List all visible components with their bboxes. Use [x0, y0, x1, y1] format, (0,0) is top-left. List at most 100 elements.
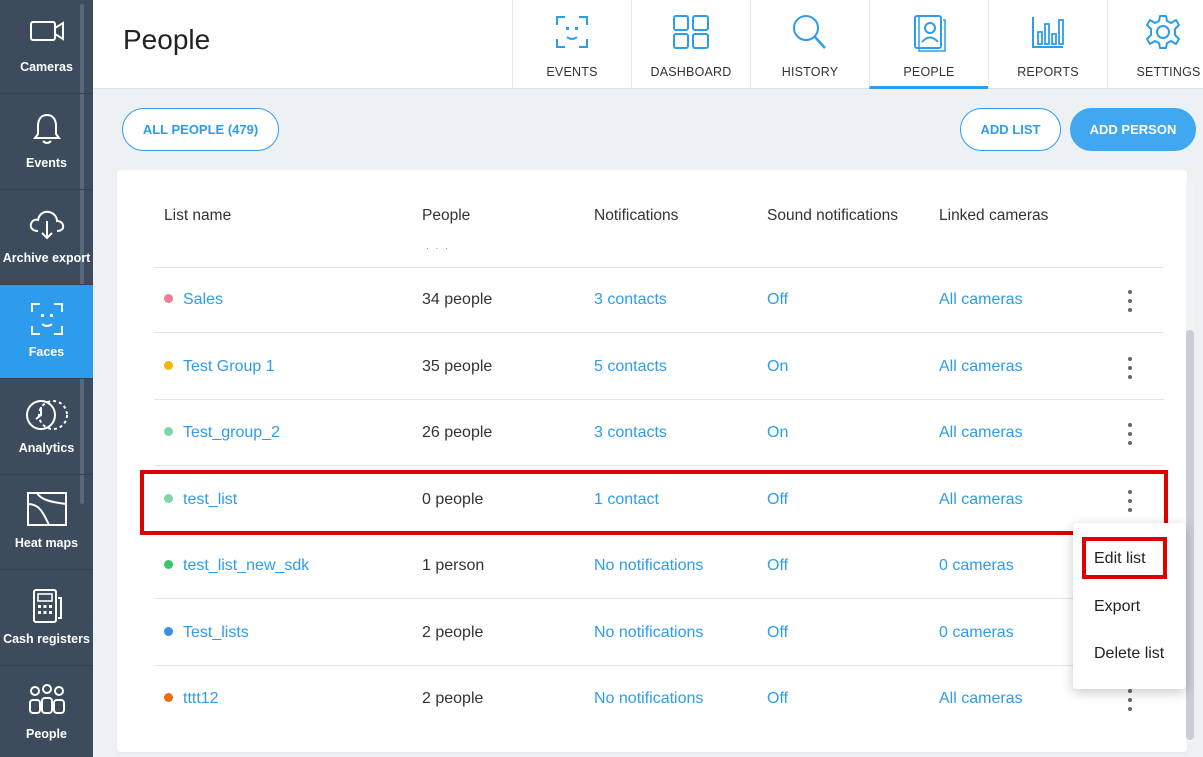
people-count: 34 people [422, 291, 493, 308]
column-header-notifications[interactable]: Notifications [594, 207, 678, 225]
list-name-text: Test_lists [183, 624, 249, 641]
list-color-dot [164, 693, 173, 702]
table-row[interactable]: tttt12 2 people No notifications Off All cam… [154, 666, 1164, 732]
linked-cameras-link[interactable]: 0 cameras [939, 600, 1014, 666]
sidebar-item-cash-registers[interactable]: Cash registers [0, 572, 93, 666]
table-row[interactable]: Sales 34 people 3 contacts Off All cameras [154, 267, 1164, 333]
dashboard-grid-icon [632, 14, 750, 54]
sound-notifications-link[interactable]: Off [767, 267, 788, 333]
notifications-link[interactable]: 3 contacts [594, 267, 667, 333]
list-name-text: tttt12 [183, 690, 219, 707]
list-color-dot [164, 427, 173, 436]
notifications-link[interactable]: 5 contacts [594, 334, 667, 400]
sidebar-item-heat-maps[interactable]: Heat maps [0, 476, 93, 570]
column-header-sound-notifications[interactable]: Sound notifications [767, 207, 898, 225]
people-count: 26 people [422, 424, 493, 441]
list-name-link[interactable]: Test_lists [164, 600, 249, 666]
tab-people[interactable]: PEOPLE [869, 0, 988, 89]
list-name-text: Sales [183, 291, 224, 308]
people-count: 1 person [422, 557, 485, 574]
notifications-link[interactable]: No notifications [594, 666, 703, 732]
more-options-icon[interactable] [1123, 689, 1137, 711]
list-name-text: test_list_new_sdk [183, 557, 310, 574]
linked-cameras-link[interactable]: All cameras [939, 334, 1023, 400]
sidebar-label: Heat maps [14, 536, 79, 550]
people-group-icon [0, 683, 93, 719]
tab-dashboard[interactable]: DASHBOARD [631, 0, 750, 89]
more-options-icon[interactable] [1123, 357, 1137, 379]
tab-label: REPORTS [1017, 65, 1079, 79]
menu-item-delete-list[interactable]: Delete list [1094, 645, 1164, 663]
lists-table: List name People Notifications Sound not… [117, 170, 1187, 752]
more-options-icon[interactable] [1123, 423, 1137, 445]
table-row[interactable]: Test Group 1 35 people 5 contacts On All cam… [154, 334, 1164, 400]
list-name-link[interactable]: Test_group_2 [164, 400, 280, 466]
list-name-text: Test Group 1 [183, 358, 275, 375]
linked-cameras-link[interactable]: All cameras [939, 267, 1023, 333]
sidebar-item-people[interactable]: People [0, 667, 93, 757]
more-options-icon[interactable] [1123, 290, 1137, 312]
notifications-link[interactable]: No notifications [594, 533, 703, 599]
sidebar-label: Archive export [2, 251, 91, 265]
sidebar-item-faces[interactable]: Faces [0, 285, 93, 379]
table-row[interactable]: Test_group_2 26 people 3 contacts On All cam… [154, 400, 1164, 466]
column-header-linked-cameras[interactable]: Linked cameras [939, 207, 1048, 225]
people-count: 2 people [422, 624, 484, 641]
scrollbar-thumb[interactable] [1186, 330, 1194, 740]
sidebar-item-cameras[interactable]: Cameras [0, 0, 93, 94]
cash-register-icon [0, 588, 93, 624]
sound-notifications-link[interactable]: Off [767, 533, 788, 599]
sidebar-item-events[interactable]: Events [0, 96, 93, 190]
linked-cameras-link[interactable]: All cameras [939, 400, 1023, 466]
sound-notifications-link[interactable]: Off [767, 666, 788, 732]
partial-row-remnant: . . . [426, 241, 450, 252]
sound-notifications-link[interactable]: On [767, 400, 788, 466]
face-scan-icon [513, 14, 631, 54]
column-header-people[interactable]: People [422, 207, 470, 225]
face-scan-icon [0, 301, 93, 337]
tab-reports[interactable]: REPORTS [988, 0, 1107, 89]
sidebar-label: Cameras [20, 60, 73, 74]
sound-notifications-link[interactable]: Off [767, 600, 788, 666]
sidebar-label: Events [26, 156, 67, 170]
tab-settings[interactable]: SETTINGS [1107, 0, 1203, 89]
sidebar-item-analytics[interactable]: Analytics [0, 381, 93, 475]
top-header: People EVENTS DASHBOARD HISTORY PEOPLE R… [93, 0, 1203, 89]
video-camera-icon [0, 16, 93, 52]
bar-chart-icon [989, 14, 1107, 54]
list-color-dot [164, 361, 173, 370]
sidebar-label: Faces [28, 345, 65, 359]
list-name-link[interactable]: Test Group 1 [164, 334, 275, 400]
notifications-link[interactable]: 3 contacts [594, 400, 667, 466]
sidebar-item-archive-export[interactable]: Archive export [0, 191, 93, 285]
linked-cameras-link[interactable]: All cameras [939, 666, 1023, 732]
heat-map-icon [0, 492, 93, 528]
table-scrollbar[interactable] [1186, 180, 1194, 745]
tab-events[interactable]: EVENTS [512, 0, 631, 89]
sidebar-label: Cash registers [3, 632, 90, 646]
sound-notifications-link[interactable]: On [767, 334, 788, 400]
tab-label: EVENTS [546, 65, 598, 79]
column-header-list-name[interactable]: List name [164, 207, 231, 225]
list-name-link[interactable]: tttt12 [164, 666, 219, 732]
tab-history[interactable]: HISTORY [750, 0, 869, 89]
menu-item-export[interactable]: Export [1094, 598, 1140, 616]
notifications-link[interactable]: No notifications [594, 600, 703, 666]
linked-cameras-link[interactable]: 0 cameras [939, 533, 1014, 599]
add-list-button[interactable]: ADD LIST [960, 108, 1061, 151]
tab-label: DASHBOARD [650, 65, 732, 79]
table-row[interactable]: Test_lists 2 people No notifications Off 0 c… [154, 600, 1164, 666]
tab-label: SETTINGS [1136, 65, 1201, 79]
list-name-link[interactable]: test_list_new_sdk [164, 533, 309, 599]
list-name-link[interactable]: Sales [164, 267, 223, 333]
tab-label: HISTORY [781, 65, 839, 79]
sidebar-label: Analytics [18, 441, 75, 455]
all-people-button[interactable]: ALL PEOPLE (479) [122, 108, 279, 151]
list-name-text: Test_group_2 [183, 424, 280, 441]
tab-label: PEOPLE [903, 65, 955, 79]
table-row[interactable]: test_list_new_sdk 1 person No notification… [154, 533, 1164, 599]
add-person-button[interactable]: ADD PERSON [1070, 108, 1196, 151]
person-card-icon [870, 14, 988, 54]
cloud-download-icon [0, 207, 93, 243]
list-color-dot [164, 294, 173, 303]
